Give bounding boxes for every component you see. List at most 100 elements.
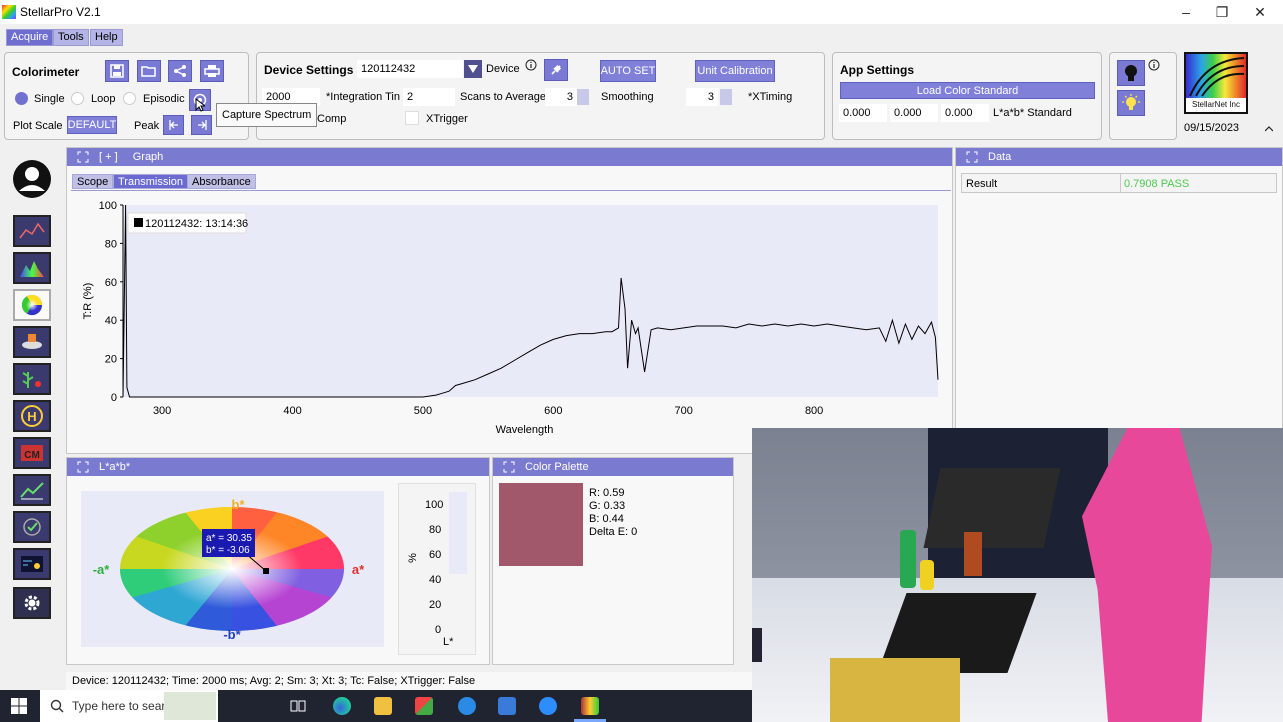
plot-scale-button[interactable]: DEFAULT — [67, 116, 117, 134]
windows-start-icon[interactable] — [11, 698, 27, 714]
table-row[interactable]: Result 0.7908 PASS — [961, 173, 1277, 193]
y-tick-label: 0 — [111, 392, 117, 404]
light-source-photo — [830, 658, 960, 722]
zoom-icon[interactable] — [539, 697, 557, 715]
stellarnet-logo: StellarNet Inc — [1184, 52, 1248, 114]
standard-l-input[interactable] — [839, 104, 887, 122]
print-button[interactable] — [200, 60, 224, 82]
l-star-gauge: 100 80 60 40 20 0 % L* — [398, 483, 476, 655]
smoothing-spinner[interactable] — [577, 89, 589, 105]
sample-cuvette-photo — [964, 532, 982, 576]
mode-loop-radio[interactable] — [71, 92, 84, 105]
sample-dish-icon — [22, 334, 42, 349]
mode-single-radio[interactable] — [15, 92, 28, 105]
mode-episodic-radio[interactable] — [123, 92, 136, 105]
xtrigger-checkbox[interactable] — [405, 111, 419, 125]
tab-scope[interactable]: Scope — [72, 174, 114, 189]
plot-area — [123, 205, 938, 397]
gauge-mode-button[interactable] — [13, 511, 51, 543]
l-unit-label: % — [406, 553, 419, 563]
peak-right-button[interactable] — [191, 115, 212, 135]
user-avatar-icon[interactable] — [12, 159, 52, 199]
l-tick-0: 0 — [435, 624, 442, 636]
delta-e-value: Delta E: 0 — [589, 526, 638, 538]
window-title: StellarPro V2.1 — [20, 5, 101, 19]
color-palette-title: Color Palette — [525, 461, 589, 473]
tab-absorbance[interactable]: Absorbance — [187, 174, 256, 189]
device-select[interactable] — [357, 60, 463, 78]
connect-device-button[interactable] — [544, 59, 568, 81]
lab-expand-icon[interactable] — [77, 461, 89, 473]
tab-transmission[interactable]: Transmission — [113, 174, 188, 189]
gauge-check-icon — [23, 518, 41, 536]
compass-icon[interactable] — [458, 697, 476, 715]
close-button[interactable]: ✕ — [1237, 0, 1283, 24]
h-mode-button[interactable]: H — [13, 400, 51, 432]
laptop-photo — [923, 468, 1061, 548]
lamp-off-button[interactable] — [1117, 60, 1145, 86]
x-tick-label: 800 — [805, 405, 823, 417]
sample-mode-button[interactable] — [13, 326, 51, 358]
l-star-bar — [449, 492, 467, 574]
yellow-sample-photo — [920, 560, 934, 590]
smoothing-input[interactable] — [545, 88, 577, 106]
spectrum-icon — [20, 261, 44, 277]
taskbar-search[interactable]: Type here to search — [40, 690, 218, 722]
share-button[interactable] — [168, 60, 192, 82]
color-mode-button[interactable] — [13, 289, 51, 321]
lamp-info-icon[interactable] — [1148, 59, 1160, 71]
l-tick-20: 20 — [429, 599, 442, 611]
graph-panel-header: [ + ] Graph — [67, 148, 952, 166]
open-button[interactable] — [137, 60, 161, 82]
xtiming-input[interactable] — [686, 88, 718, 106]
mail-icon[interactable] — [498, 697, 516, 715]
spectrum-chart[interactable]: 020406080100 300 400 500 600 700 800 T:R (%) … — [67, 195, 954, 453]
dashboard-mode-button[interactable] — [13, 548, 51, 580]
peak-left-button[interactable] — [163, 115, 184, 135]
plug-icon — [551, 64, 562, 75]
file-explorer-icon[interactable] — [374, 697, 392, 715]
info-icon[interactable] — [525, 59, 537, 71]
device-settings-group: Device Settings Device AUTO SET Unit Cal… — [256, 52, 825, 140]
menu-tools[interactable]: Tools — [53, 29, 89, 46]
save-button[interactable] — [105, 60, 129, 82]
mouse-cursor-icon — [195, 98, 205, 112]
device-dropdown-button[interactable] — [464, 60, 482, 78]
l-tick-60: 60 — [429, 549, 442, 561]
menu-bar: Acquire Tools Help — [0, 24, 1283, 48]
cm-mode-button[interactable]: CM — [13, 437, 51, 469]
auto-set-button[interactable]: AUTO SET — [600, 60, 656, 82]
lab-panel: L*a*b* b* -b* -a* a* a* = 30.35 b* = -3.… — [66, 457, 490, 665]
task-view-icon[interactable] — [290, 698, 306, 714]
standard-b-input[interactable] — [941, 104, 989, 122]
color-palette-header: Color Palette — [493, 458, 733, 476]
scope-graph-icon — [19, 222, 45, 239]
chart-mode-button[interactable] — [13, 474, 51, 506]
lamp-on-button[interactable] — [1117, 90, 1145, 116]
l-tick-80: 80 — [429, 524, 442, 536]
data-panel-header: Data — [956, 148, 1282, 166]
lab-color-chart[interactable]: b* -b* -a* a* a* = 30.35 b* = -3.06 — [81, 491, 384, 647]
palette-expand-icon[interactable] — [503, 461, 515, 473]
spectrum-mode-button[interactable] — [13, 252, 51, 284]
menu-help[interactable]: Help — [90, 29, 123, 46]
store-icon[interactable] — [415, 697, 433, 715]
plant-mode-button[interactable] — [13, 363, 51, 395]
scans-to-average-input[interactable] — [403, 88, 455, 106]
xtiming-spinner[interactable] — [720, 89, 732, 105]
green-sample-photo — [900, 530, 916, 588]
load-color-standard-button[interactable]: Load Color Standard — [840, 82, 1095, 99]
menu-acquire[interactable]: Acquire — [6, 29, 54, 46]
edge-icon[interactable] — [333, 697, 351, 715]
expand-icon[interactable] — [77, 151, 89, 163]
plot-scale-label: Plot Scale — [13, 120, 63, 132]
settings-button[interactable] — [13, 587, 51, 619]
standard-a-input[interactable] — [890, 104, 938, 122]
data-expand-icon[interactable] — [966, 151, 978, 163]
collapse-chevron-icon[interactable] — [1265, 126, 1273, 132]
stellarpro-taskbar-icon[interactable] — [581, 697, 599, 715]
unit-calibration-button[interactable]: Unit Calibration — [695, 60, 775, 82]
gear-icon — [24, 595, 40, 611]
scope-mode-button[interactable] — [13, 215, 51, 247]
app-settings-title: App Settings — [840, 63, 914, 77]
